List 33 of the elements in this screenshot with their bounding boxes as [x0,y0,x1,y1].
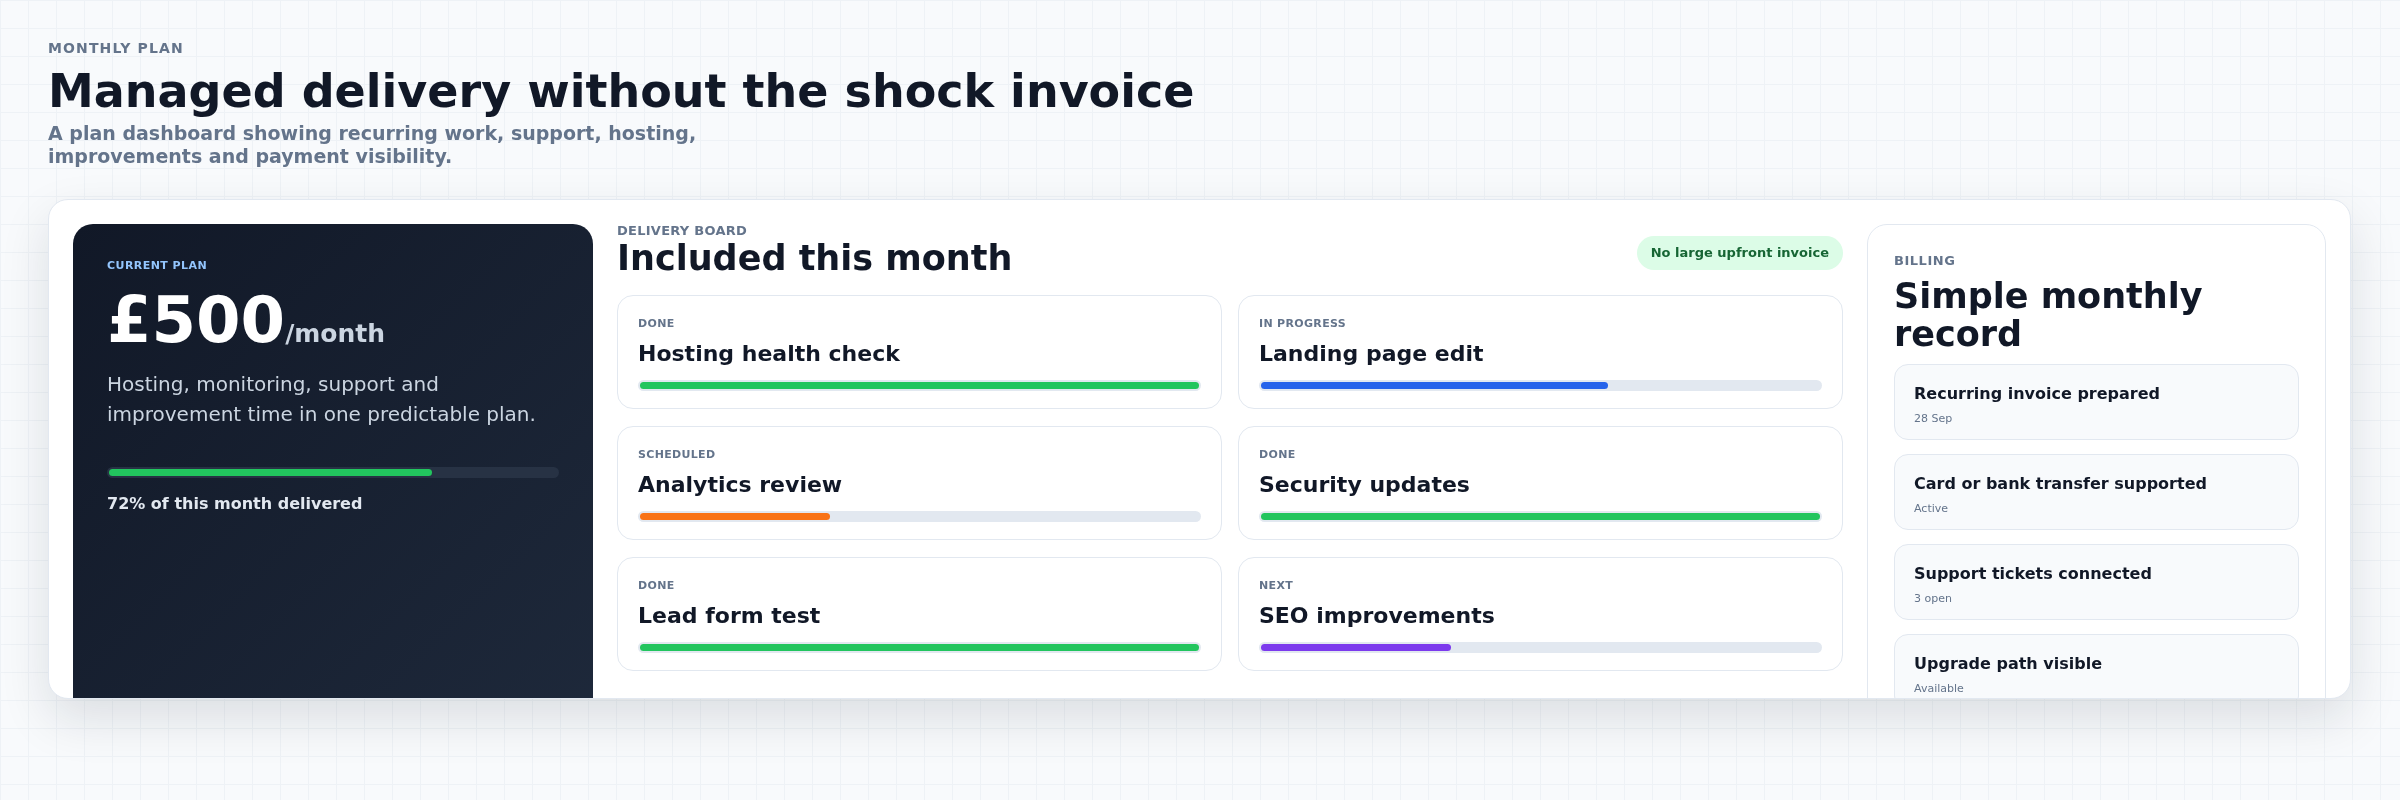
page-eyebrow: MONTHLY PLAN [48,39,185,58]
task-title: Landing page edit [1259,340,1485,368]
task-title: Security updates [1259,471,1471,499]
billing-item-title: Card or bank transfer supported [1914,473,2208,495]
task-title: SEO improvements [1259,602,1496,630]
task-status: DONE [638,578,676,595]
task-status: SCHEDULED [638,447,717,464]
billing-item-title: Recurring invoice prepared [1914,383,2162,405]
billing-eyebrow: BILLING [1894,252,1957,271]
billing-item-detail: 28 Sep [1914,411,1954,427]
task-title: Hosting health check [638,340,901,368]
task-status: DONE [638,316,676,333]
plan-description: Hosting, monitoring, support and improvement time in one predictable plan. [107,371,537,429]
billing-item-detail: Available [1914,681,1965,697]
plan-eyebrow: CURRENT PLAN [107,258,209,275]
task-title: Analytics review [638,471,844,499]
billing-title: Simple monthly record [1894,277,2204,354]
page-title: Managed delivery without the shock invoice [48,65,1196,118]
plan-period: /month [285,318,386,350]
status-badge: No large upfront invoice [1636,236,1843,270]
progress-caption: 72% of this month delivered [107,493,364,516]
task-status: IN PROGRESS [1259,316,1347,333]
board-eyebrow: DELIVERY BOARD [617,224,749,238]
billing-item-title: Upgrade path visible [1914,653,2104,675]
task-status: NEXT [1259,578,1295,595]
billing-item-detail: 3 open [1914,591,1953,607]
page-subtitle: A plan dashboard showing recurring work, support, hosting, improvements and payment visibility. [48,121,698,168]
task-status: DONE [1259,447,1297,464]
task-title: Lead form test [638,602,822,630]
board-title: Included this month [617,237,1013,280]
plan-price: £500 [107,285,286,356]
billing-item-detail: Active [1914,501,1950,517]
billing-item-title: Support tickets connected [1914,563,2153,585]
